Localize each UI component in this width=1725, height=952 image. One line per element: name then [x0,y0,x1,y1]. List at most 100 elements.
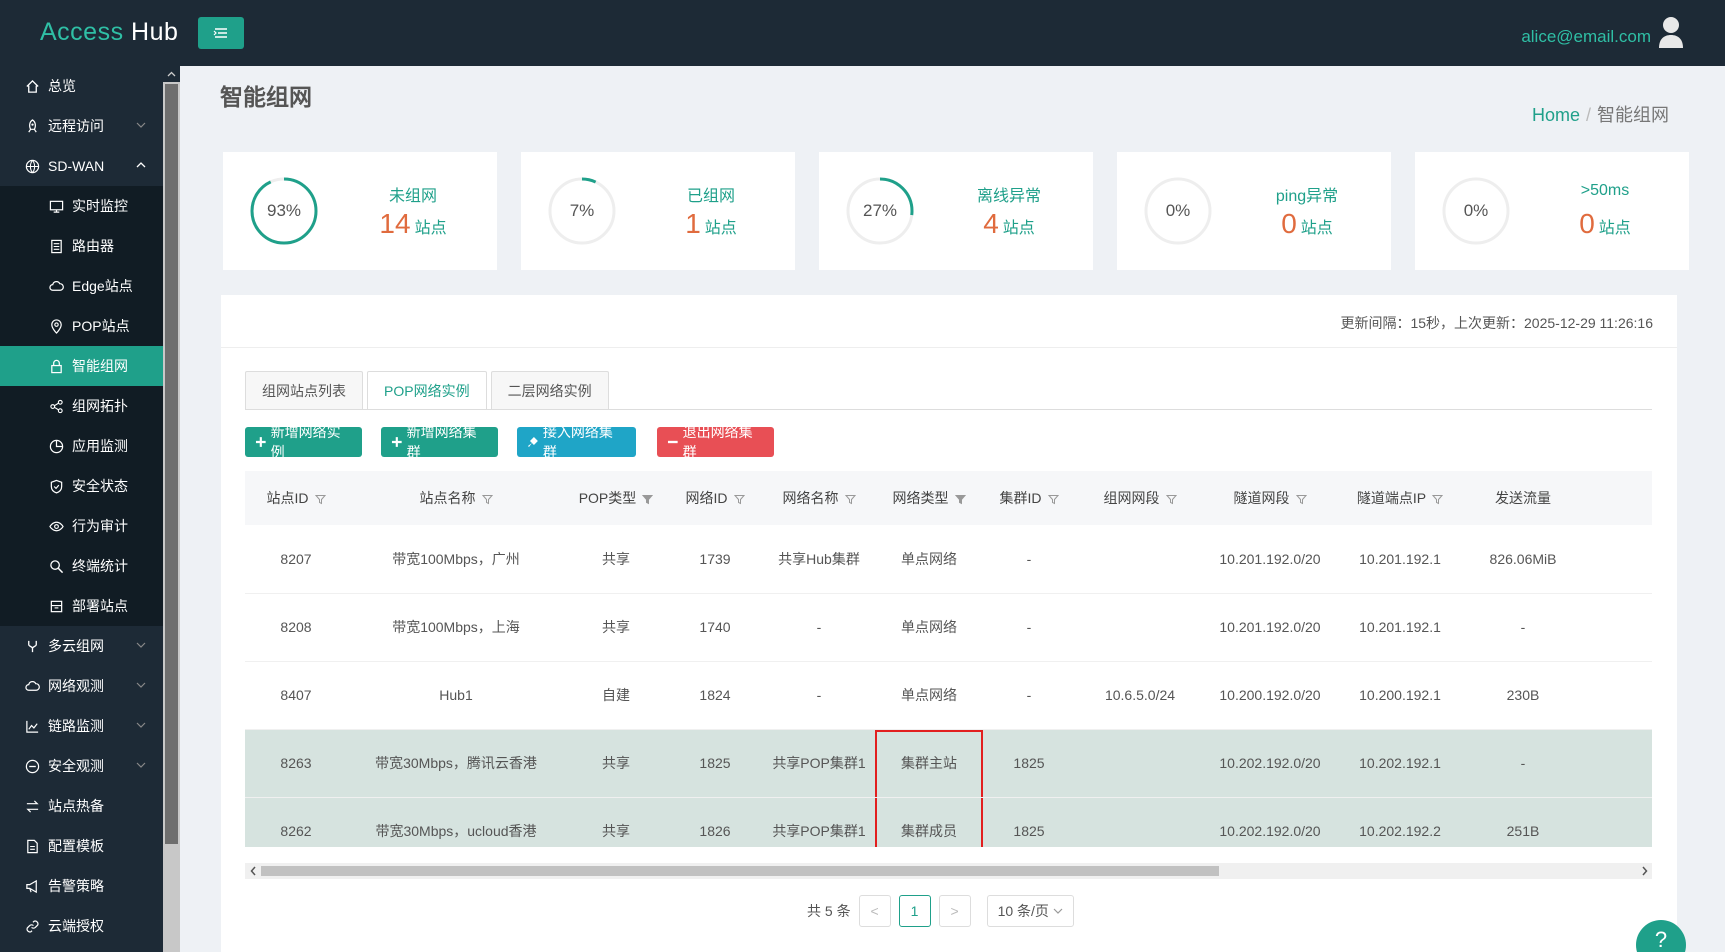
table-cell: 10.201.192.0/20 [1205,593,1335,662]
table-cell: 共享 [565,593,667,662]
tab-l2-instance[interactable]: 二层网络实例 [490,371,609,409]
exit-cluster-button[interactable]: 退出网络集群 [657,424,774,460]
brand-logo[interactable]: Access Hub [40,18,178,47]
table-cell: 8263 [245,729,347,798]
sidebar-item-network-observe[interactable]: 网络观测 [0,666,163,706]
table-cell: 共享 [565,525,667,594]
add-cluster-button[interactable]: 新增网络集群 [381,424,498,460]
minus-circle-icon [24,758,40,774]
cloud-icon [24,678,40,694]
user-icon[interactable] [1657,15,1685,49]
column-header[interactable]: 发送流量 [1465,471,1581,525]
sidebar-item-overview[interactable]: 总览 [0,66,163,106]
filter-icon[interactable] [1047,494,1059,505]
sidebar-item-terminal-stats[interactable]: 终端统计 [0,546,163,586]
sidebar-item-sdwan[interactable]: SD-WAN [0,146,163,186]
sidebar-item-edge-site[interactable]: Edge站点 [0,266,163,306]
update-info: 更新间隔：15秒，上次更新：2025-12-29 11:26:16 [1340,315,1653,331]
scroll-right-arrow[interactable] [1636,863,1652,879]
table-cell: 集群主站 [875,729,983,798]
column-header[interactable]: 隧道端点IP [1335,471,1465,525]
column-header-label: 隧道端点IP [1356,490,1427,506]
sidebar-item-alert-policy[interactable]: 告警策略 [0,866,163,906]
filter-icon[interactable] [1432,494,1444,505]
table-header-row: 站点ID 站点名称 POP类型 网络ID 网络名称 网络类型 集群ID 组网网段 隧道网段 隧道端… [245,471,1652,525]
stat-unit: 站点 [1002,220,1035,237]
sidebar-scroll-thumb[interactable] [165,84,178,844]
table-cell: 10.200.192.0/20 [1205,661,1335,730]
table-row[interactable]: 8207 带宽100Mbps，广州 共享 1739 共享Hub集群 单点网络 - 10.201… [245,525,1652,594]
breadcrumb-home-link[interactable]: Home [1532,105,1580,125]
filter-icon[interactable] [844,494,856,505]
sidebar-item-security-status[interactable]: 安全状态 [0,466,163,506]
pagination-next-button[interactable]: > [938,895,971,927]
sidebar-item-smart-network[interactable]: 智能组网 [0,346,163,386]
sidebar-item-config-template[interactable]: 配置模板 [0,826,163,866]
stat-number: 14 [379,208,411,239]
sidebar-item-label: 总览 [48,78,76,94]
page-size-select[interactable]: 10 条/页 [986,895,1074,927]
table-row[interactable]: 8208 带宽100Mbps，上海 共享 1740- 单点网络 -10.201.192.0… [245,593,1652,662]
column-header[interactable]: POP类型 [565,471,667,525]
column-header[interactable]: 站点名称 [347,471,565,525]
column-header[interactable]: 网络名称 [763,471,875,525]
scroll-left-arrow[interactable] [245,863,261,879]
tab-pop-instance[interactable]: POP网络实例 [367,371,487,409]
filter-icon[interactable] [954,494,966,505]
join-cluster-button[interactable]: 接入网络集群 [517,424,636,460]
table-cell: 10.200.192.1 [1335,661,1465,730]
column-header[interactable]: 站点ID [245,471,347,525]
main-panel: 更新间隔：15秒，上次更新：2025-12-29 11:26:16 组网站点列表… [221,295,1677,952]
table-scroll-thumb[interactable] [261,866,1219,876]
sidebar-item-topology[interactable]: 组网拓扑 [0,386,163,426]
page-size-label: 10 条/页 [997,903,1049,919]
link-icon [24,918,40,934]
table-cell [1075,729,1205,798]
filter-icon[interactable] [1295,494,1307,505]
sidebar-item-label: 站点热备 [48,798,104,814]
sidebar-item-behavior-audit[interactable]: 行为审计 [0,506,163,546]
filter-icon[interactable] [1165,494,1177,505]
column-header[interactable]: 网络ID [667,471,763,525]
table-row[interactable]: 8262 带宽30Mbps，ucloud香港 共享 1826 共享POP集群1 集群成员 1… [245,797,1652,847]
user-email[interactable]: alice@email.com [1521,27,1651,47]
column-header[interactable]: 接收 [1581,471,1652,525]
brand-part2: Hub [123,18,179,46]
column-header[interactable]: 网络类型 [875,471,983,525]
sidebar-item-link-monitor[interactable]: 链路监测 [0,706,163,746]
sidebar-item-label: 行为审计 [72,518,128,534]
scroll-up-arrow[interactable] [163,66,180,82]
table-cell: 单点网络 [875,525,983,594]
filter-icon[interactable] [481,494,493,505]
column-header[interactable]: 集群ID [983,471,1075,525]
table-row[interactable]: 8263 带宽30Mbps，腾讯云香港 共享 1825 共享POP集群1 集群主站 1825… [245,729,1652,798]
stat-unit: 站点 [1300,220,1333,237]
add-instance-button[interactable]: 新增网络实例 [245,424,362,460]
button-label: 接入网络集群 [542,424,613,460]
sidebar-item-router[interactable]: 路由器 [0,226,163,266]
pagination-page-1[interactable]: 1 [898,895,931,927]
sidebar-item-multicloud[interactable]: 多云组网 [0,626,163,666]
column-header-label: POP类型 [578,490,637,506]
filter-icon[interactable] [733,494,745,505]
sidebar-item-site-hotstandby[interactable]: 站点热备 [0,786,163,826]
filter-icon[interactable] [642,494,654,505]
table-row[interactable]: 8407 Hub1 自建 1824- 单点网络 -10.6.5.0/24 10.200.19… [245,661,1652,730]
column-header[interactable]: 组网网段 [1075,471,1205,525]
chevron-up-icon [167,71,176,77]
sidebar-item-remote-access[interactable]: 远程访问 [0,106,163,146]
sidebar-item-app-monitor[interactable]: 应用监测 [0,426,163,466]
sidebar-item-cloud-license[interactable]: 云端授权 [0,906,163,946]
sidebar-item-realtime-monitor[interactable]: 实时监控 [0,186,163,226]
menu-toggle-button[interactable] [198,17,244,49]
sidebar-item-deploy-site[interactable]: 部署站点 [0,586,163,626]
filter-icon[interactable] [314,494,326,505]
column-header[interactable]: 隧道网段 [1205,471,1335,525]
table-cell: - [1581,661,1652,730]
table-cell: 1825 [983,797,1075,847]
tab-site-list[interactable]: 组网站点列表 [245,371,363,409]
sidebar-item-pop-site[interactable]: POP站点 [0,306,163,346]
table-horizontal-scrollbar[interactable] [245,863,1652,879]
pagination-prev-button[interactable]: < [858,895,891,927]
sidebar-item-security-observe[interactable]: 安全观测 [0,746,163,786]
